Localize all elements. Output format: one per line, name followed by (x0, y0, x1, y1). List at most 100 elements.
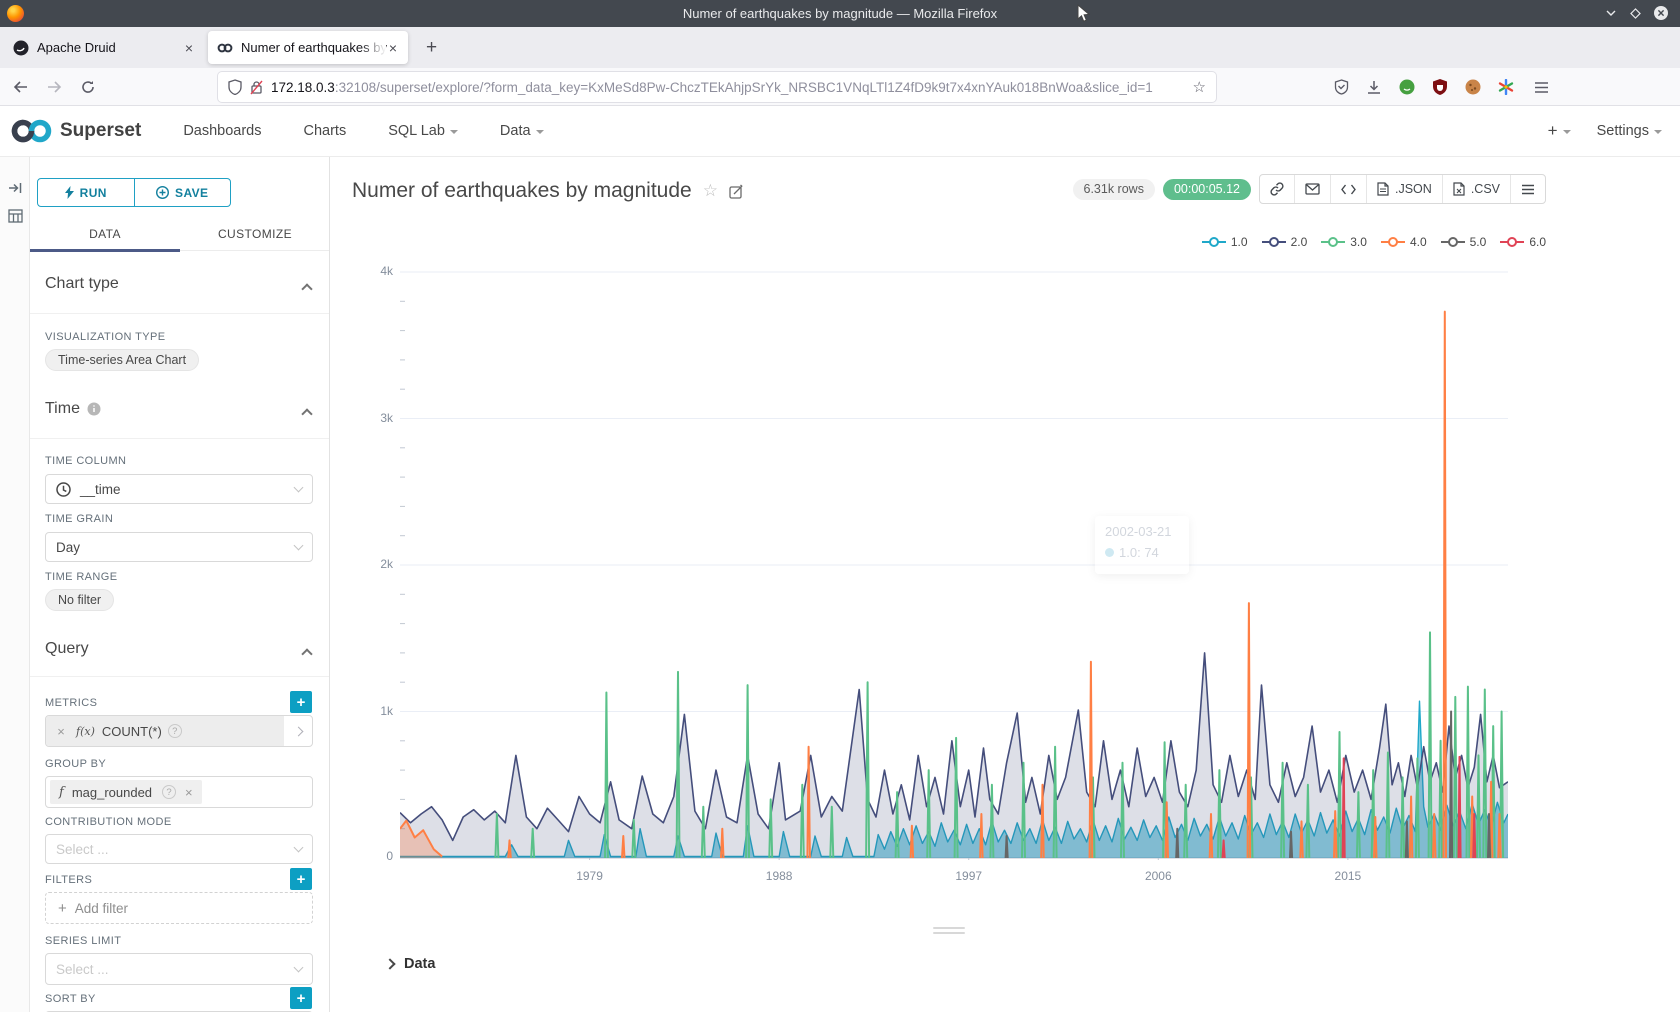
time-grain-select[interactable]: Day (45, 532, 313, 562)
collapse-chevron-icon[interactable] (301, 648, 312, 659)
collapse-chevron-icon[interactable] (301, 408, 312, 419)
tab-close-icon[interactable]: × (387, 40, 399, 56)
x-axis-label: 1979 (565, 869, 615, 883)
expand-datasource-icon[interactable] (8, 181, 22, 195)
time-column-select[interactable]: __time (45, 474, 313, 504)
viz-type-pill[interactable]: Time-series Area Chart (45, 349, 199, 371)
save-button[interactable]: SAVE (135, 179, 231, 206)
groupby-select[interactable]: f mag_rounded ? × (45, 776, 313, 808)
y-axis-label: 1k (357, 704, 393, 718)
groupby-chip: f mag_rounded ? × (50, 780, 202, 804)
time-range-pill[interactable]: No filter (45, 589, 114, 611)
maximize-button[interactable] (1626, 4, 1644, 22)
tab-close-icon[interactable]: × (183, 40, 195, 56)
forward-button[interactable] (40, 73, 68, 101)
legend-item-3.0[interactable]: 3.0 (1321, 235, 1367, 249)
chevron-down-icon (536, 130, 544, 134)
copy-link-button[interactable] (1260, 175, 1294, 203)
superset-infinity-icon (10, 118, 54, 144)
nav-sql-lab[interactable]: SQL Lab (388, 123, 458, 139)
privacy-badger-icon[interactable] (1398, 78, 1416, 96)
superset-logo[interactable]: Superset (10, 118, 141, 144)
url-text: 172.18.0.3:32108/superset/explore/?form_… (271, 80, 1193, 95)
tab-earthquakes-chart[interactable]: Numer of earthquakes by magnitude × (208, 31, 408, 64)
minimize-button[interactable] (1602, 4, 1620, 22)
tab-customize[interactable]: CUSTOMIZE (180, 217, 330, 250)
chart-area: Numer of earthquakes by magnitude ☆ 6.31… (330, 157, 1680, 1012)
time-range-label: TIME RANGE (45, 571, 117, 583)
bookmark-star-icon[interactable]: ☆ (1193, 78, 1206, 96)
tab-data[interactable]: DATA (30, 217, 180, 250)
csv-file-icon (1453, 182, 1465, 196)
legend-marker-icon (1441, 236, 1465, 248)
nav-add-button[interactable]: + (1548, 121, 1571, 141)
chart-title: Numer of earthquakes by magnitude (352, 179, 692, 203)
link-icon (1270, 182, 1284, 196)
url-input[interactable]: 172.18.0.3:32108/superset/explore/?form_… (218, 72, 1216, 102)
panel-resize-handle[interactable] (933, 927, 965, 937)
window-title: Numer of earthquakes by magnitude — Mozi… (0, 6, 1680, 21)
contribution-mode-select[interactable]: Select ... (45, 834, 313, 864)
y-axis-label: 2k (357, 557, 393, 571)
close-button[interactable] (1652, 4, 1670, 22)
extension-asterisk-icon[interactable] (1497, 78, 1515, 96)
series-limit-select[interactable]: Select ... (45, 953, 313, 985)
shield-icon[interactable] (228, 79, 242, 95)
y-axis-label: 3k (357, 411, 393, 425)
add-filter-box[interactable]: + Add filter (45, 892, 313, 924)
legend-item-2.0[interactable]: 2.0 (1262, 235, 1308, 249)
groupby-label: GROUP BY (45, 758, 106, 770)
reload-button[interactable] (74, 73, 102, 101)
pocket-shield-icon[interactable] (1332, 78, 1350, 96)
run-button[interactable]: RUN (38, 179, 135, 206)
question-icon: ? (168, 724, 182, 738)
legend-item-1.0[interactable]: 1.0 (1202, 235, 1248, 249)
dataset-table-icon[interactable] (8, 209, 23, 223)
export-json-button[interactable]: .JSON (1366, 175, 1442, 203)
remove-groupby-icon[interactable]: × (185, 785, 193, 800)
tab-bar: Apache Druid × Numer of earthquakes by m… (0, 27, 1680, 68)
chevron-down-icon (450, 130, 458, 134)
email-button[interactable] (1294, 175, 1330, 203)
superset-navbar: Superset Dashboards Charts SQL Lab Data … (0, 106, 1680, 157)
metric-expand-arrow[interactable] (284, 716, 312, 746)
legend-item-5.0[interactable]: 5.0 (1441, 235, 1487, 249)
ublock-icon[interactable] (1431, 78, 1449, 96)
edit-title-icon[interactable] (729, 184, 744, 199)
add-sort-button[interactable]: + (290, 987, 312, 1009)
new-tab-button[interactable]: + (420, 37, 443, 59)
embed-code-button[interactable] (1330, 175, 1366, 203)
cookie-icon[interactable] (1464, 78, 1482, 96)
add-filter-plus-button[interactable]: + (290, 868, 312, 890)
lock-insecure-icon[interactable] (250, 80, 263, 95)
divider (30, 438, 330, 439)
download-icon[interactable] (1365, 78, 1383, 96)
remove-metric-icon[interactable]: × (46, 724, 76, 739)
collapse-chevron-icon[interactable] (301, 283, 312, 294)
nav-charts[interactable]: Charts (304, 123, 347, 139)
nav-data[interactable]: Data (500, 123, 544, 139)
add-metric-button[interactable]: + (290, 691, 312, 713)
chart-actions-group: .JSON .CSV (1259, 174, 1546, 204)
data-panel-toggle[interactable]: Data (386, 956, 435, 972)
chevron-down-icon (294, 541, 304, 551)
legend-item-4.0[interactable]: 4.0 (1381, 235, 1427, 249)
time-grain-label: TIME GRAIN (45, 513, 113, 525)
divider (30, 313, 330, 314)
back-button[interactable] (6, 73, 34, 101)
query-timer-badge: 00:00:05.12 (1163, 179, 1251, 200)
firefox-icon (7, 5, 24, 22)
more-options-button[interactable] (1510, 175, 1545, 203)
timeseries-chart[interactable] (400, 260, 1508, 860)
favorite-star-icon[interactable]: ☆ (703, 181, 718, 201)
nav-settings[interactable]: Settings (1597, 123, 1662, 139)
legend-marker-icon (1262, 236, 1286, 248)
plus-icon: + (58, 900, 67, 917)
metric-item[interactable]: × f(x) COUNT(*) ? (45, 715, 313, 747)
export-csv-button[interactable]: .CSV (1442, 175, 1510, 203)
nav-dashboards[interactable]: Dashboards (183, 123, 261, 139)
chart-control-panel: RUN SAVE DATA CUSTOMIZE Chart type VISUA… (30, 157, 330, 1012)
legend-item-6.0[interactable]: 6.0 (1500, 235, 1546, 249)
tab-apache-druid[interactable]: Apache Druid × (4, 31, 204, 64)
menu-icon[interactable] (1532, 78, 1550, 96)
